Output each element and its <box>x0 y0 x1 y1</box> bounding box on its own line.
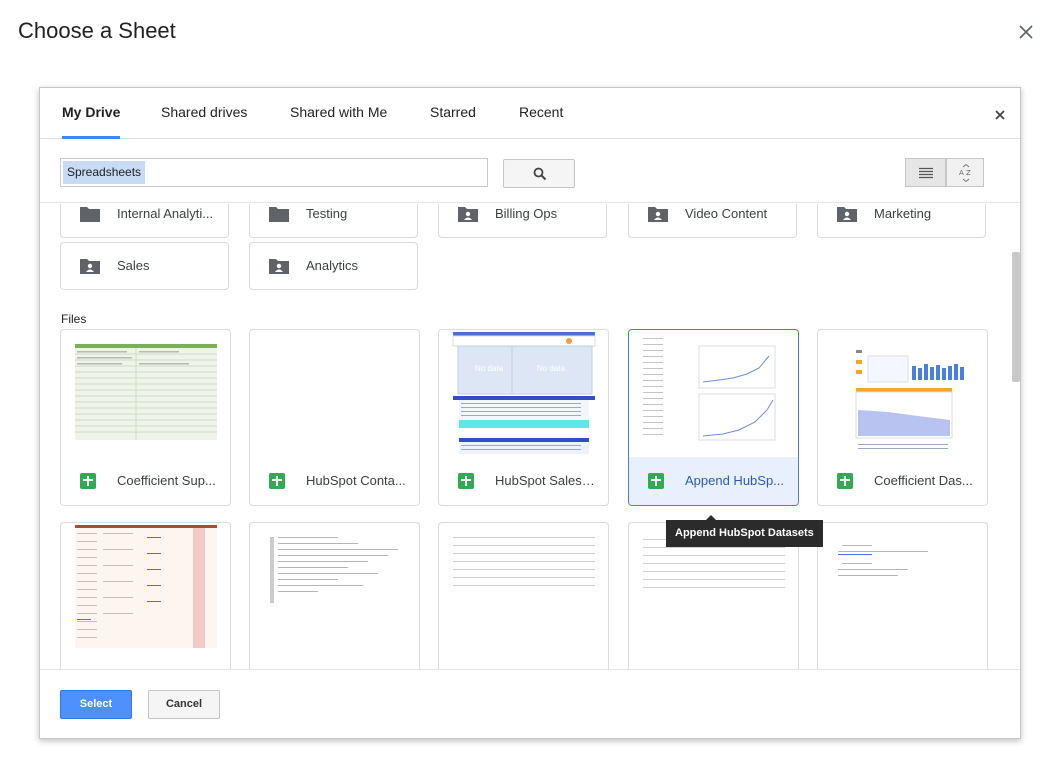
file-name-tooltip: Append HubSpot Datasets <box>666 515 823 547</box>
thumb-no-data-text: No data <box>475 364 504 373</box>
file-name: HubSpot Conta... <box>306 473 406 488</box>
picker-footer: Select Cancel <box>40 669 1020 738</box>
file-thumbnail <box>250 330 419 457</box>
sort-az-icon: A Z <box>959 164 971 182</box>
file-picker: My Drive Shared drives Shared with Me St… <box>39 87 1021 739</box>
list-view-button[interactable] <box>905 158 946 187</box>
dialog-title: Choose a Sheet <box>18 18 176 43</box>
folder-icon <box>80 207 100 222</box>
tab-starred[interactable]: Starred <box>430 88 476 139</box>
folder-label: Sales <box>117 258 150 273</box>
file-hubspot-sales[interactable]: No data No data HubSpot Sales ... <box>438 329 609 506</box>
files-section-label: Files <box>61 312 87 326</box>
tab-my-drive[interactable]: My Drive <box>62 88 121 139</box>
google-sheets-icon <box>80 473 96 489</box>
sort-button[interactable]: A Z <box>946 158 984 187</box>
search-icon <box>533 167 547 181</box>
google-sheets-icon <box>458 473 474 489</box>
folder-label: Video Content <box>685 206 768 221</box>
shared-folder-icon <box>837 207 857 222</box>
scrollbar-thumb[interactable] <box>1012 252 1020 382</box>
file-thumbnail-card[interactable] <box>60 522 231 669</box>
thumb-no-data-text: No data <box>537 364 566 373</box>
folder-internal-analytics[interactable]: Internal Analyti... <box>60 204 229 238</box>
folder-analytics[interactable]: Analytics <box>249 242 418 290</box>
picker-close-icon[interactable] <box>993 108 1007 122</box>
file-name: HubSpot Sales ... <box>495 473 595 488</box>
shared-folder-icon <box>269 259 289 274</box>
file-name-row: Coefficient Sup... <box>61 457 230 505</box>
folder-label: Internal Analyti... <box>117 206 214 221</box>
list-view-icon <box>919 167 933 179</box>
search-input[interactable]: Spreadsheets <box>60 158 488 187</box>
content-area: Internal Analyti... Testing Billing Ops … <box>40 204 1010 669</box>
folder-label: Marketing <box>874 206 932 221</box>
file-hubspot-contacts[interactable]: HubSpot Conta... <box>249 329 420 506</box>
folder-marketing[interactable]: Marketing <box>817 204 986 238</box>
folder-label: Analytics <box>306 258 359 273</box>
shared-folder-icon <box>458 207 478 222</box>
file-append-hubspot[interactable]: Append HubSp... <box>628 329 799 506</box>
google-sheets-icon <box>648 473 664 489</box>
select-button[interactable]: Select <box>60 690 132 719</box>
file-coefficient-dashboard[interactable]: Coefficient Das... <box>817 329 988 506</box>
svg-text:A: A <box>959 169 964 177</box>
close-icon[interactable] <box>1016 22 1036 42</box>
tab-shared-with-me[interactable]: Shared with Me <box>290 88 387 139</box>
tab-shared-drives[interactable]: Shared drives <box>161 88 247 139</box>
folder-label: Billing Ops <box>495 206 558 221</box>
folder-testing[interactable]: Testing <box>249 204 418 238</box>
file-thumbnail <box>629 330 798 457</box>
shared-folder-icon <box>80 259 100 274</box>
file-thumbnail-card[interactable] <box>249 522 420 669</box>
file-name: Coefficient Das... <box>874 473 973 488</box>
file-thumbnail: No data No data <box>439 330 608 457</box>
tab-recent[interactable]: Recent <box>519 88 563 139</box>
folder-video-content[interactable]: Video Content <box>628 204 797 238</box>
file-name-row: HubSpot Conta... <box>250 457 419 505</box>
search-bar: Spreadsheets A Z <box>40 140 1020 203</box>
file-name: Coefficient Sup... <box>117 473 216 488</box>
file-thumbnail-card[interactable] <box>817 522 988 669</box>
file-thumbnail <box>61 330 230 457</box>
file-name-row: Append HubSp... <box>629 457 798 505</box>
search-query: Spreadsheets <box>63 161 146 184</box>
file-name-row: HubSpot Sales ... <box>439 457 608 505</box>
folder-billing-ops[interactable]: Billing Ops <box>438 204 607 238</box>
file-name-row: Coefficient Das... <box>818 457 987 505</box>
file-name: Append HubSp... <box>685 473 785 488</box>
file-coefficient-support[interactable]: Coefficient Sup... <box>60 329 231 506</box>
picker-tabs: My Drive Shared drives Shared with Me St… <box>40 88 1020 139</box>
folder-sales[interactable]: Sales <box>60 242 229 290</box>
google-sheets-icon <box>269 473 285 489</box>
file-thumbnail <box>818 330 987 457</box>
cancel-button[interactable]: Cancel <box>148 690 220 719</box>
search-button[interactable] <box>503 159 575 188</box>
folder-icon <box>269 207 289 222</box>
folder-label: Testing <box>306 206 348 221</box>
shared-folder-icon <box>648 207 668 222</box>
svg-text:Z: Z <box>966 169 971 177</box>
google-sheets-icon <box>837 473 853 489</box>
file-thumbnail-card[interactable] <box>438 522 609 669</box>
